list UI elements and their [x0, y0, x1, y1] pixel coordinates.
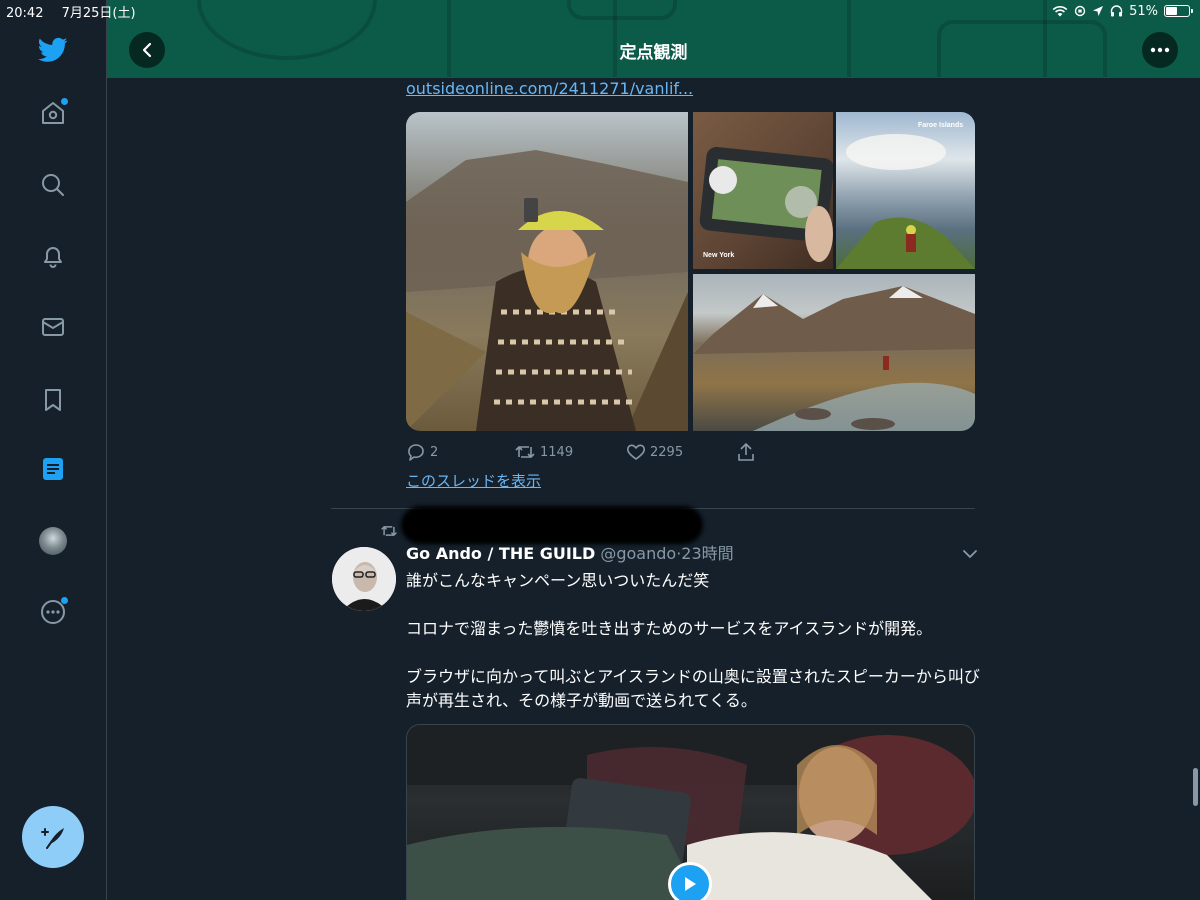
play-button[interactable] — [668, 862, 712, 900]
home-icon[interactable] — [38, 98, 68, 128]
orientation-lock-icon — [1074, 5, 1086, 17]
media-photo-faroe[interactable]: Faroe Islands — [836, 112, 975, 269]
author-name[interactable]: Go Ando / THE GUILD — [406, 544, 595, 563]
reply-icon — [408, 444, 424, 461]
show-thread-link[interactable]: このスレッドを表示 — [406, 470, 541, 491]
heart-icon — [626, 444, 646, 460]
headphones-icon — [1110, 5, 1123, 17]
battery-fill — [1166, 7, 1178, 15]
media-photo-valley[interactable] — [693, 274, 975, 431]
tweet-header: Go Ando / THE GUILD @goando·23時間 — [406, 543, 734, 565]
media-photo-hiker[interactable] — [406, 112, 688, 431]
location-icon — [1093, 6, 1104, 16]
battery-percent: 51% — [1129, 3, 1158, 19]
bell-icon[interactable] — [38, 241, 68, 271]
more-dots-icon — [1150, 47, 1170, 53]
bookmark-icon[interactable] — [38, 385, 68, 415]
author-handle[interactable]: @goando — [600, 544, 676, 563]
reply-count: 2 — [430, 444, 439, 460]
battery-icon — [1164, 5, 1193, 17]
wifi-icon — [1052, 5, 1068, 17]
status-date: 7月25日(土) — [61, 5, 136, 21]
compose-feather-icon — [41, 828, 64, 849]
media-label-newyork: New York — [703, 252, 735, 259]
author-avatar[interactable] — [332, 547, 396, 611]
scrollbar-thumb[interactable] — [1193, 768, 1198, 806]
hiker-illustration — [406, 150, 688, 431]
twitter-bird-icon[interactable] — [38, 35, 68, 65]
profile-avatar-image — [39, 527, 67, 555]
share-button[interactable] — [736, 441, 756, 463]
tweet-paragraph: 誰がこんなキャンペーン思いついたんだ笑 — [406, 571, 710, 590]
reply-button[interactable]: 2 — [406, 441, 438, 463]
mail-icon[interactable] — [38, 312, 68, 342]
faroe-illustration — [836, 134, 975, 269]
valley-illustration — [693, 286, 975, 431]
retweet-count: 1149 — [540, 444, 574, 460]
media-photo-phone[interactable]: New York — [693, 112, 833, 269]
tweet-media-grid[interactable]: New York Faroe Islands — [406, 112, 975, 431]
status-left: 20:42 7月25日(土) — [6, 2, 150, 21]
author-avatar-illustration — [332, 547, 396, 611]
tweet-actions: 2 1149 2295 — [406, 441, 975, 463]
tweet-time[interactable]: 23時間 — [681, 544, 733, 563]
tweet-paragraph: コロナで溜まった鬱憤を吐き出すためのサービスをアイスランドが開発。 — [406, 619, 933, 638]
search-icon[interactable] — [38, 170, 68, 200]
more-options-button[interactable] — [1142, 32, 1178, 68]
tweet-text: 誰がこんなキャンペーン思いついたんだ笑 コロナで溜まった鬱憤を吐き出すためのサー… — [406, 569, 986, 713]
play-icon — [685, 877, 696, 891]
tweet-paragraph: ブラウザに向かって叫ぶとアイスランドの山奥に設置されたスピーカーから叫び声が再生… — [406, 667, 980, 710]
lists-icon[interactable] — [38, 454, 68, 484]
like-button[interactable]: 2295 — [626, 441, 683, 463]
status-bar: 20:42 7月25日(土) 51% — [0, 0, 1200, 22]
status-right: 51% — [1052, 3, 1193, 19]
page-title: 定点観測 — [619, 43, 688, 63]
tweet-link[interactable]: outsideonline.com/2411271/vanlif... — [406, 78, 693, 100]
chevron-down-icon[interactable] — [961, 546, 979, 562]
home-notification-dot — [61, 98, 68, 105]
share-icon — [738, 443, 754, 461]
like-count: 2295 — [650, 444, 684, 460]
phone-illustration — [699, 146, 833, 262]
more-icon[interactable] — [38, 597, 68, 627]
sidebar — [0, 0, 107, 900]
media-label-faroe: Faroe Islands — [918, 122, 964, 129]
retweet-icon — [515, 446, 535, 458]
more-notification-dot — [61, 597, 68, 604]
profile-avatar[interactable] — [38, 526, 68, 556]
status-time: 20:42 — [6, 5, 44, 21]
compose-button[interactable] — [22, 806, 84, 868]
retweet-button[interactable]: 1149 — [514, 441, 573, 463]
retweet-indicator-icon — [381, 526, 397, 536]
redacted-retweeter — [401, 506, 703, 544]
